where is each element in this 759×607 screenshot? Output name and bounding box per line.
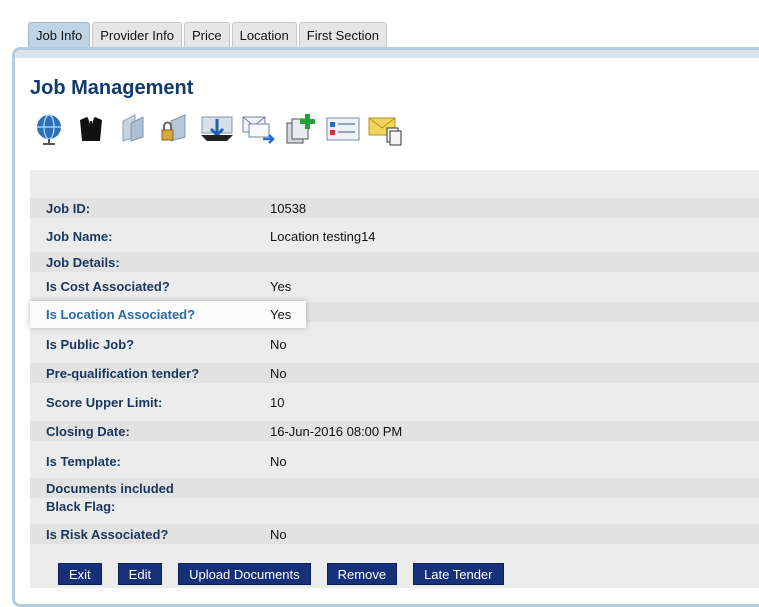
tab-first-section[interactable]: First Section — [298, 22, 387, 48]
field-value: 10538 — [270, 200, 307, 216]
page-title: Job Management — [30, 77, 194, 99]
field-value: Location testing14 — [270, 228, 376, 244]
action-buttons: Exit Edit Upload Documents Remove Late T… — [58, 563, 504, 585]
folder-icon[interactable] — [114, 110, 152, 148]
late-tender-button[interactable]: Late Tender — [413, 563, 504, 585]
field-value: Yes — [270, 278, 292, 294]
table-row: Pre-qualification tender? No — [30, 363, 759, 383]
table-row: Job Name: Location testing14 — [30, 226, 759, 246]
tab-price[interactable]: Price — [183, 22, 230, 48]
tab-provider-info[interactable]: Provider Info — [92, 22, 182, 48]
field-value: Yes — [270, 307, 292, 322]
edit-button[interactable]: Edit — [117, 563, 163, 585]
field-label: Is Public Job? — [46, 336, 135, 352]
table-row: Black Flag: — [30, 496, 759, 516]
field-label: Is Template: — [46, 453, 121, 469]
list-card-icon[interactable] — [324, 110, 362, 148]
field-value: No — [270, 526, 287, 542]
lock-folder-icon[interactable] — [156, 110, 194, 148]
tab-job-info[interactable]: Job Info — [28, 22, 91, 48]
download-tray-icon[interactable] — [198, 110, 236, 148]
field-label: Is Location Associated? — [46, 307, 196, 322]
field-label: Pre-qualification tender? — [46, 365, 200, 381]
table-row: Job Details: — [30, 252, 759, 272]
mail-copy-icon[interactable] — [366, 110, 404, 148]
table-row: Job ID: 10538 — [30, 198, 759, 218]
table-row: Documents included — [30, 478, 759, 498]
field-label: Job ID: — [46, 200, 91, 216]
highlighted-row: Is Location Associated? Yes — [30, 301, 306, 328]
table-row: Is Template: No — [30, 451, 759, 471]
exit-button[interactable]: Exit — [58, 563, 102, 585]
field-label: Job Name: — [46, 228, 113, 244]
field-value: 10 — [270, 394, 285, 410]
field-label: Is Risk Associated? — [46, 526, 169, 542]
field-label: Score Upper Limit: — [46, 394, 163, 410]
tab-bar: Job Info Provider Info Price Location Fi… — [28, 22, 387, 48]
field-value: No — [270, 336, 287, 352]
field-value: No — [270, 453, 287, 469]
person-icon[interactable] — [72, 110, 110, 148]
table-row: Closing Date: 16-Jun-2016 08:00 PM — [30, 421, 759, 441]
field-value: No — [270, 365, 287, 381]
globe-icon[interactable] — [30, 110, 68, 148]
field-label: Black Flag: — [46, 498, 116, 514]
table-row: Is Cost Associated? Yes — [30, 276, 759, 296]
tab-location[interactable]: Location — [231, 22, 297, 48]
upload-documents-button[interactable]: Upload Documents — [178, 563, 311, 585]
add-copy-icon[interactable] — [282, 110, 320, 148]
forward-mail-icon[interactable] — [240, 110, 278, 148]
field-label: Documents included — [46, 480, 174, 496]
field-label: Job Details: — [46, 254, 120, 270]
panel-header-strip — [15, 50, 759, 58]
remove-button[interactable]: Remove — [326, 563, 398, 585]
table-row: Score Upper Limit: 10 — [30, 392, 759, 412]
job-details-table: Job ID: 10538 Job Name: Location testing… — [30, 170, 759, 588]
table-row: Is Public Job? No — [30, 334, 759, 354]
field-value: 16-Jun-2016 08:00 PM — [270, 423, 403, 439]
toolbar — [30, 108, 404, 150]
table-row: Is Risk Associated? No — [30, 524, 759, 544]
field-label: Is Cost Associated? — [46, 278, 170, 294]
field-label: Closing Date: — [46, 423, 130, 439]
